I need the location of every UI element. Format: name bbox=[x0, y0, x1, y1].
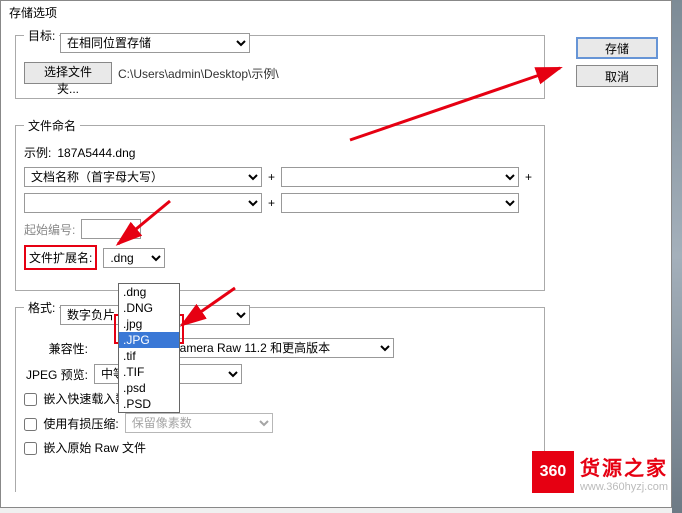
compat-select[interactable]: Camera Raw 11.2 和更高版本 bbox=[164, 338, 394, 358]
ext-select[interactable]: .dng bbox=[103, 248, 165, 268]
dialog-title: 存储选项 bbox=[9, 6, 57, 20]
side-buttons: 存储 取消 bbox=[576, 37, 658, 87]
dialog-window: 存储选项 存储 取消 目标: 在相同位置存储 选择文件夹... C:\Users… bbox=[0, 0, 672, 508]
plus-3: + bbox=[268, 196, 275, 210]
naming-legend: 文件命名 bbox=[24, 117, 80, 134]
format-legend: 格式: bbox=[24, 299, 59, 316]
example-label: 示例: bbox=[24, 144, 51, 161]
ext-option-DNG[interactable]: .DNG bbox=[119, 300, 179, 316]
target-path: C:\Users\admin\Desktop\示例\ bbox=[118, 65, 279, 82]
compat-label: 兼容性: bbox=[24, 340, 88, 357]
lossy-checkbox[interactable] bbox=[24, 418, 37, 431]
jpeg-preview-label: JPEG 预览: bbox=[24, 366, 88, 383]
ext-option-jpg[interactable]: .jpg bbox=[119, 316, 179, 332]
start-num-input[interactable] bbox=[81, 219, 141, 239]
target-fieldset: 目标: 在相同位置存储 选择文件夹... C:\Users\admin\Desk… bbox=[15, 27, 545, 99]
lossy-label[interactable]: 使用有损压缩: bbox=[24, 415, 119, 432]
plus-2: + bbox=[525, 170, 532, 184]
watermark: 360 货源之家 www.360hyzj.com bbox=[532, 451, 668, 493]
embed-raw-checkbox[interactable] bbox=[24, 442, 37, 455]
titlebar: 存储选项 bbox=[1, 1, 671, 23]
right-edge-decor bbox=[672, 0, 682, 513]
format-fieldset: 格式: 数字负片 兼容性: Camera Raw 11.2 和更高版本 JPEG… bbox=[15, 299, 545, 492]
ext-option-PSD[interactable]: .PSD bbox=[119, 396, 179, 412]
plus-1: + bbox=[268, 170, 275, 184]
ext-option-psd[interactable]: .psd bbox=[119, 380, 179, 396]
dialog-content: 存储 取消 目标: 在相同位置存储 选择文件夹... C:\Users\admi… bbox=[1, 23, 671, 510]
naming-seg1-select[interactable]: 文档名称（首字母大写） bbox=[24, 167, 262, 187]
target-legend: 目标: bbox=[24, 27, 59, 44]
naming-seg4-select[interactable] bbox=[281, 193, 519, 213]
ext-dropdown-list[interactable]: .dng .DNG .jpg .JPG .tif .TIF .psd .PSD bbox=[118, 283, 180, 413]
ext-option-tif[interactable]: .tif bbox=[119, 348, 179, 364]
ext-option-TIF[interactable]: .TIF bbox=[119, 364, 179, 380]
ext-label: 文件扩展名: bbox=[24, 245, 97, 270]
save-button[interactable]: 存储 bbox=[576, 37, 658, 59]
target-location-select[interactable]: 在相同位置存储 bbox=[60, 33, 250, 53]
naming-fieldset: 文件命名 示例: 187A5444.dng 文档名称（首字母大写） + + + bbox=[15, 117, 545, 291]
embed-raw-label[interactable]: 嵌入原始 Raw 文件 bbox=[24, 439, 146, 456]
naming-seg2-select[interactable] bbox=[281, 167, 519, 187]
watermark-name: 货源之家 bbox=[580, 452, 668, 481]
lossy-select[interactable]: 保留像素数 bbox=[125, 413, 273, 433]
watermark-url: www.360hyzj.com bbox=[580, 481, 668, 493]
ext-option-JPG[interactable]: .JPG bbox=[119, 332, 179, 348]
cancel-button[interactable]: 取消 bbox=[576, 65, 658, 87]
embed-fastload-checkbox[interactable] bbox=[24, 393, 37, 406]
naming-seg3-select[interactable] bbox=[24, 193, 262, 213]
ext-option-dng[interactable]: .dng bbox=[119, 284, 179, 300]
example-value: 187A5444.dng bbox=[57, 146, 135, 160]
choose-folder-button[interactable]: 选择文件夹... bbox=[24, 62, 112, 84]
start-num-label: 起始编号: bbox=[24, 221, 75, 238]
watermark-logo: 360 bbox=[532, 451, 574, 493]
